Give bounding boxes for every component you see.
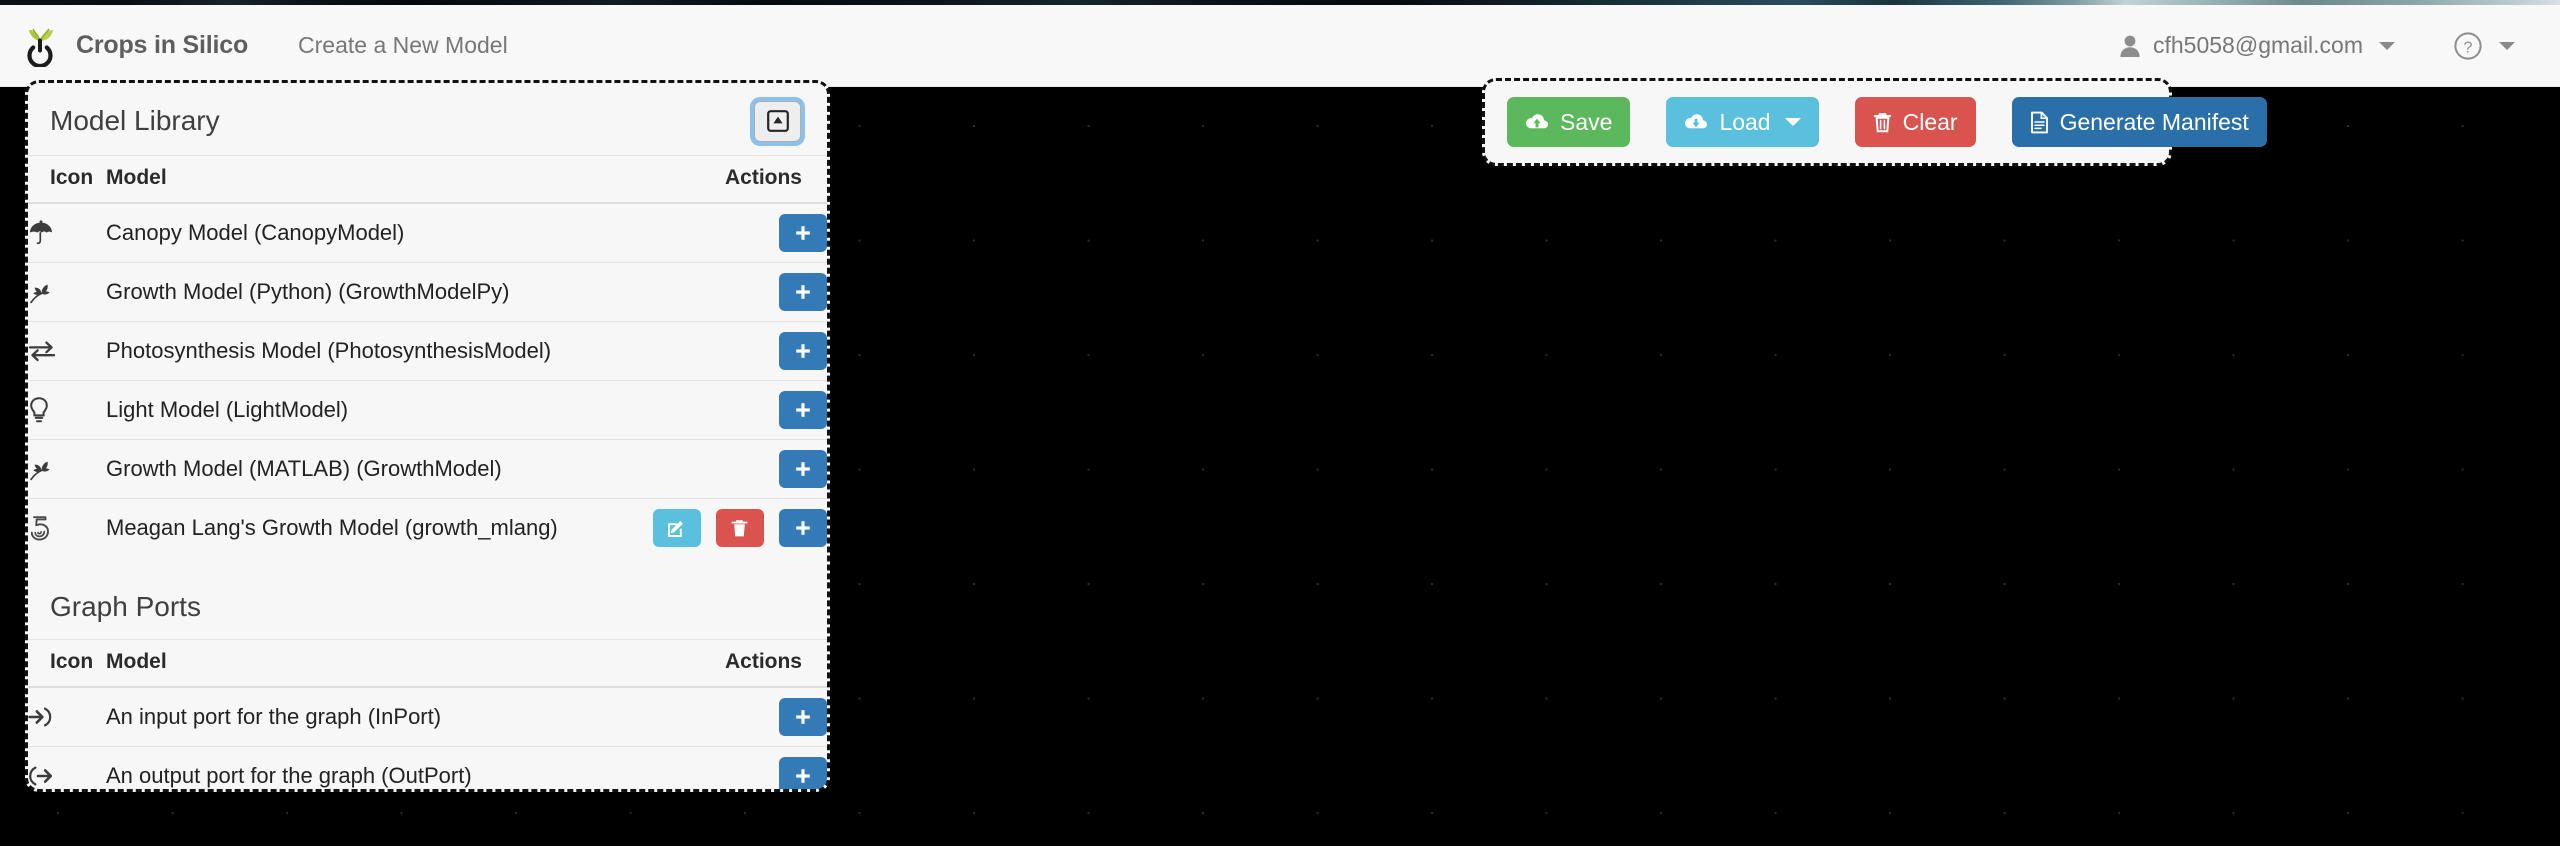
table-row[interactable]: An input port for the graph (InPort) (28, 687, 827, 747)
plus-icon (794, 342, 812, 360)
table-row[interactable]: Canopy Model (CanopyModel) (28, 203, 827, 263)
sign-in-arrow-icon (28, 687, 106, 747)
save-button-label: Save (1560, 108, 1613, 135)
table-row[interactable]: Light Model (LightModel) (28, 380, 827, 440)
generate-manifest-button[interactable]: Generate Manifest (2011, 97, 2267, 147)
sign-out-arrow-icon (28, 746, 106, 789)
delete-button[interactable] (715, 509, 764, 547)
row-actions (597, 746, 827, 789)
add-button[interactable] (779, 391, 827, 429)
exchange-arrows-icon (28, 321, 106, 381)
add-button[interactable] (779, 332, 827, 370)
pencil-square-icon (667, 519, 686, 538)
umbrella-icon (28, 203, 106, 263)
row-actions (597, 203, 827, 263)
caret-square-up-icon (766, 110, 789, 132)
load-button-label: Load (1719, 108, 1771, 135)
plus-icon (794, 460, 812, 478)
clear-button-label: Clear (1902, 108, 1958, 135)
nav-link-create-new-model[interactable]: Create a New Model (298, 32, 508, 59)
plus-icon (794, 224, 812, 242)
column-header-icon: Icon (28, 155, 106, 204)
table-row[interactable]: Photosynthesis Model (PhotosynthesisMode… (28, 321, 827, 381)
caret-down-icon (1784, 118, 1801, 126)
row-actions (597, 439, 827, 499)
column-header-actions: Actions (597, 155, 827, 204)
model-label: Growth Model (MATLAB) (GrowthModel) (106, 439, 597, 499)
seedling-power-logo-icon (18, 24, 62, 68)
row-actions (597, 687, 827, 747)
add-button[interactable] (779, 698, 827, 736)
graph-toolbar-panel[interactable]: Save Load Clear Generate Manifest (1482, 78, 2267, 166)
table-row[interactable]: An output port for the graph (OutPort) (28, 746, 827, 789)
row-actions (597, 321, 827, 381)
model-label: Light Model (LightModel) (106, 380, 597, 440)
column-header-actions: Actions (597, 639, 827, 688)
model-label: Canopy Model (CanopyModel) (106, 220, 405, 245)
row-actions (597, 380, 827, 440)
model-library-panel[interactable]: Model Library Icon Model Actions Canopy … (25, 80, 830, 792)
user-menu[interactable]: cfh5058@gmail.com (2119, 32, 2395, 59)
collapse-panel-button[interactable] (754, 100, 801, 142)
file-text-icon (2030, 111, 2049, 134)
seedling-icon (28, 439, 106, 499)
model-label: An input port for the graph (InPort) (106, 704, 442, 729)
model-label: Photosynthesis Model (PhotosynthesisMode… (106, 321, 597, 381)
column-header-model: Model (106, 155, 597, 204)
brand-title: Crops in Silico (76, 31, 249, 59)
navbar-right-group: cfh5058@gmail.com ? (2119, 31, 2560, 61)
generate-manifest-button-label: Generate Manifest (2059, 108, 2249, 135)
cloud-download-icon (1684, 113, 1708, 132)
plus-icon (794, 401, 812, 419)
trash-icon (1873, 112, 1892, 133)
column-header-model: Model (106, 639, 597, 688)
add-button[interactable] (779, 509, 827, 547)
graph-ports-header-row: Icon Model Actions (28, 639, 827, 688)
plus-icon (794, 767, 812, 785)
user-email-label: cfh5058@gmail.com (2153, 32, 2363, 58)
plus-icon (794, 283, 812, 301)
save-button[interactable]: Save (1507, 97, 1631, 147)
table-row[interactable]: Meagan Lang's Growth Model (growth_mlang… (28, 498, 827, 557)
trash-icon (731, 519, 748, 538)
row-actions (597, 498, 827, 557)
top-navbar: Crops in Silico Create a New Model cfh50… (0, 5, 2560, 87)
table-row[interactable]: Growth Model (MATLAB) (GrowthModel) (28, 439, 827, 499)
caret-down-icon (2379, 41, 2395, 50)
cloud-upload-icon (1525, 113, 1549, 132)
model-label: Meagan Lang's Growth Model (growth_mlang… (106, 498, 597, 557)
clear-button[interactable]: Clear (1854, 97, 1976, 147)
edit-button[interactable] (652, 509, 701, 547)
row-actions (597, 262, 827, 322)
add-button[interactable] (779, 757, 827, 789)
model-library-table: Icon Model Actions Canopy Model (CanopyM… (28, 155, 827, 557)
load-button[interactable]: Load (1666, 97, 1819, 147)
model-label: An output port for the graph (OutPort) (106, 746, 597, 789)
plus-icon (794, 708, 812, 726)
svg-text:?: ? (2464, 39, 2473, 56)
graph-ports-table: Icon Model Actions An input port for the… (28, 639, 827, 789)
graph-ports-title: Graph Ports (50, 591, 201, 622)
brand-block[interactable]: Crops in Silico (0, 24, 248, 68)
add-button[interactable] (779, 214, 827, 252)
seedling-icon (28, 262, 106, 322)
user-icon (2119, 34, 2141, 58)
model-library-header: Model Library (28, 83, 827, 155)
spiral-five-icon (28, 498, 106, 557)
question-circle-icon: ? (2453, 31, 2483, 61)
lightbulb-icon (28, 380, 106, 440)
plus-icon (794, 519, 812, 537)
add-button[interactable] (779, 273, 827, 311)
column-header-icon: Icon (28, 639, 106, 688)
model-library-title: Model Library (50, 105, 220, 136)
caret-down-icon (2499, 41, 2515, 50)
model-label: Growth Model (Python) (GrowthModelPy) (106, 262, 597, 322)
add-button[interactable] (779, 450, 827, 488)
model-library-header-row: Icon Model Actions (28, 155, 827, 204)
help-menu[interactable]: ? (2453, 31, 2515, 61)
table-row[interactable]: Growth Model (Python) (GrowthModelPy) (28, 262, 827, 322)
